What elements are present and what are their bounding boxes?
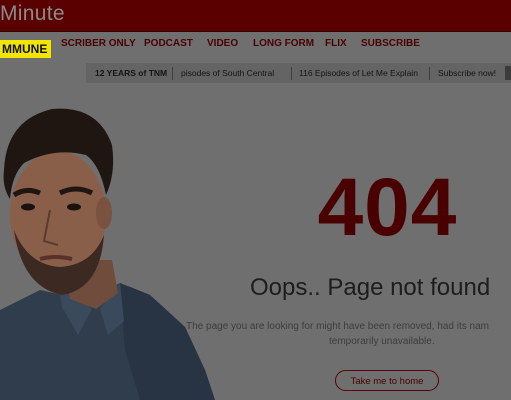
error-code: 404: [317, 162, 458, 253]
divider: [429, 67, 430, 80]
nav-item-subscribe[interactable]: SUBSCRIBE: [361, 38, 420, 49]
trending-item-12-years[interactable]: 12 YEARS of TNM: [95, 68, 167, 78]
nav-item-video[interactable]: VIDEO: [207, 38, 238, 49]
eye-shape: [67, 203, 81, 211]
site-logo[interactable]: Minute: [0, 2, 65, 26]
community-badge[interactable]: MMUNE: [0, 40, 52, 58]
next-arrow-icon[interactable]: [505, 66, 511, 80]
trending-item-subscribe-now[interactable]: Subscribe now!: [438, 68, 496, 78]
divider: [291, 67, 292, 80]
take-me-home-button[interactable]: Take me to home: [335, 370, 439, 391]
trending-item-south-central[interactable]: pisodes of South Central: [181, 68, 274, 78]
nav-item-subscriber-only[interactable]: SCRIBER ONLY: [61, 38, 136, 49]
top-header-bar: Minute: [0, 0, 511, 32]
description-line-2: temporarily unavailable.: [329, 336, 435, 347]
eye-shape: [21, 203, 35, 211]
ear-shape: [96, 197, 112, 229]
trending-bar: 12 YEARS of TNM pisodes of South Central…: [86, 63, 511, 83]
nav-item-podcast[interactable]: PODCAST: [144, 38, 193, 49]
nav-item-long-form[interactable]: LONG FORM: [253, 38, 314, 49]
description-line-1: The page you are looking for might have …: [186, 321, 489, 332]
main-nav: MMUNE SCRIBER ONLY PODCAST VIDEO LONG FO…: [0, 32, 511, 60]
person-image: [0, 108, 215, 400]
page-title: Oops.. Page not found: [250, 274, 491, 301]
nav-item-flix[interactable]: FLIX: [325, 38, 347, 49]
divider: [172, 67, 173, 80]
trending-item-let-me-explain[interactable]: 116 Episodes of Let Me Explain: [299, 68, 418, 78]
mouth-shape: [39, 255, 73, 261]
